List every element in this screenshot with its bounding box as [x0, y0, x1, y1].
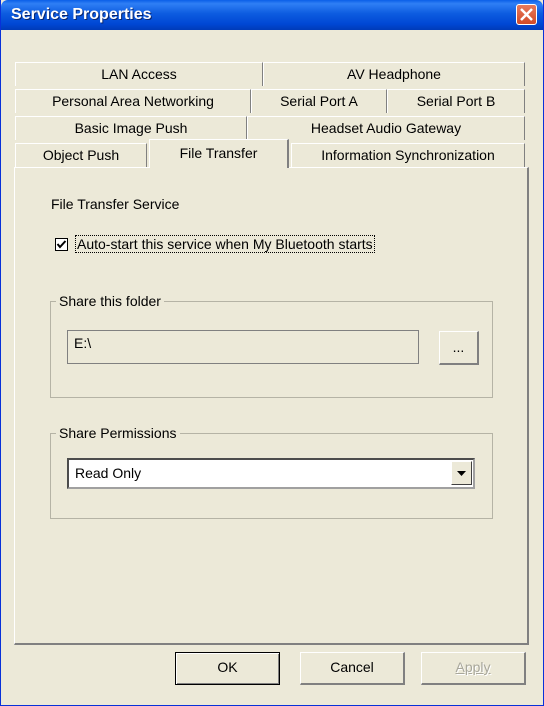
share-permissions-group: Share Permissions Read Only [50, 425, 493, 519]
tab-row-1: LAN Access AV Headphone [15, 62, 525, 86]
folder-path-field[interactable]: E:\ [67, 330, 419, 364]
share-folder-title: Share this folder [56, 293, 164, 309]
autostart-label[interactable]: Auto-start this service when My Bluetoot… [75, 235, 375, 253]
tab-label: LAN Access [101, 66, 177, 82]
tab-headset-audio-gateway[interactable]: Headset Audio Gateway [247, 116, 525, 140]
share-permissions-title: Share Permissions [56, 425, 180, 441]
permissions-selected-value: Read Only [75, 465, 142, 481]
tab-label: Serial Port B [416, 93, 496, 109]
browse-label: ... [452, 339, 465, 355]
chevron-down-icon [457, 471, 466, 476]
tab-av-headphone[interactable]: AV Headphone [263, 62, 525, 86]
tab-serial-port-a[interactable]: Serial Port A [251, 89, 387, 113]
tab-label: Object Push [42, 147, 120, 163]
dropdown-button[interactable] [451, 461, 472, 485]
checkmark-icon [56, 240, 67, 249]
tab-label: Personal Area Networking [52, 93, 214, 109]
browse-button[interactable]: ... [439, 331, 479, 365]
tab-object-push[interactable]: Object Push [15, 143, 147, 167]
tab-label: Headset Audio Gateway [310, 120, 462, 136]
tab-label: File Transfer [179, 145, 258, 161]
ok-label: OK [217, 659, 238, 675]
window-title: Service Properties [11, 6, 152, 23]
cancel-button[interactable]: Cancel [300, 652, 405, 685]
tab-row-3: Basic Image Push Headset Audio Gateway [15, 116, 525, 140]
close-button[interactable] [516, 4, 537, 25]
tab-panel: File Transfer Service Auto-start this se… [14, 167, 529, 645]
share-folder-group: Share this folder E:\ ... [50, 293, 493, 398]
tab-label: Information Synchronization [321, 147, 495, 163]
service-properties-window: Service Properties LAN Access AV Headpho… [0, 0, 544, 706]
tab-label: Basic Image Push [74, 120, 188, 136]
folder-path-value: E:\ [74, 335, 92, 351]
service-heading: File Transfer Service [51, 196, 180, 212]
tab-basic-image-push[interactable]: Basic Image Push [15, 116, 247, 140]
tab-serial-port-b[interactable]: Serial Port B [387, 89, 525, 113]
apply-label: Apply [455, 659, 491, 675]
tab-information-synchronization[interactable]: Information Synchronization [291, 143, 525, 167]
tab-label: AV Headphone [347, 66, 441, 82]
tab-personal-area-networking[interactable]: Personal Area Networking [15, 89, 251, 113]
title-bar[interactable]: Service Properties [1, 0, 543, 30]
ok-button[interactable]: OK [175, 652, 280, 685]
cancel-label: Cancel [330, 659, 374, 675]
apply-button[interactable]: Apply [421, 652, 526, 685]
tab-row-2: Personal Area Networking Serial Port A S… [15, 89, 525, 113]
permissions-select[interactable]: Read Only [67, 458, 475, 489]
tab-row-4: Object Push File Transfer Information Sy… [15, 139, 525, 168]
tab-file-transfer[interactable]: File Transfer [149, 139, 289, 168]
tab-label: Serial Port A [280, 93, 358, 109]
close-icon [520, 8, 533, 21]
tab-lan-access[interactable]: LAN Access [15, 62, 263, 86]
autostart-checkbox[interactable] [55, 238, 68, 251]
